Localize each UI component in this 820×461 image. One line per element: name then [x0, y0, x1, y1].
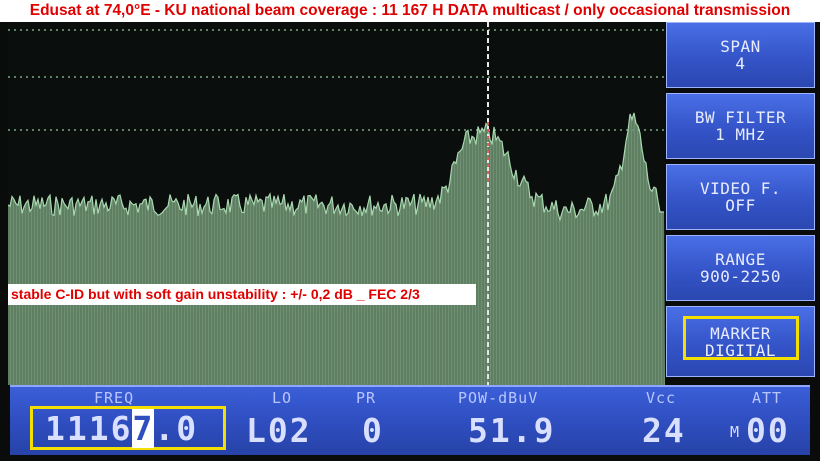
- range-label: RANGE: [715, 250, 766, 269]
- lo-label: LO: [272, 389, 293, 407]
- bw-filter-label: BW FILTER: [694, 108, 787, 127]
- bw-filter-value: 1 MHz: [715, 125, 766, 144]
- vcc-value[interactable]: 24: [642, 411, 686, 450]
- lo-value[interactable]: L02: [246, 411, 312, 450]
- status-bar: FREQ 11167.0 LO L02 PR 0 POW-dBuV 51.9 V…: [10, 385, 810, 455]
- pow-value: 51.9: [468, 411, 556, 450]
- spectrum-display: stable C-ID but with soft gain unstabili…: [8, 22, 665, 385]
- span-label: SPAN: [720, 37, 761, 56]
- frequency-main: 1116: [45, 409, 133, 448]
- video-filter-value: OFF: [725, 196, 756, 215]
- note-banner: stable C-ID but with soft gain unstabili…: [8, 284, 476, 305]
- softkey-menu: SPAN 4 BW FILTER 1 MHz VIDEO F. OFF RANG…: [666, 22, 816, 384]
- vcc-label: Vcc: [646, 389, 677, 407]
- frequency-tail: .0: [154, 409, 199, 448]
- frequency-cursor-digit: 7: [132, 409, 155, 448]
- marker-button[interactable]: MARKER DIGITAL: [666, 306, 815, 377]
- freq-label: FREQ: [94, 389, 135, 407]
- pr-value[interactable]: 0: [362, 411, 384, 450]
- video-filter-button[interactable]: VIDEO F. OFF: [666, 164, 815, 230]
- spectrum-fill: [8, 112, 665, 385]
- video-filter-label: VIDEO F.: [699, 179, 782, 198]
- pow-label: POW-dBuV: [458, 389, 539, 407]
- marker-highlight-box: [683, 316, 799, 360]
- frequency-value: 11167.0: [45, 409, 198, 449]
- span-value: 4: [735, 54, 746, 73]
- att-value[interactable]: 00: [746, 411, 790, 450]
- title-banner: Edusat at 74,0°E - KU national beam cove…: [0, 0, 820, 22]
- range-value: 900-2250: [699, 267, 782, 286]
- frequency-field[interactable]: 11167.0: [30, 406, 226, 450]
- range-button[interactable]: RANGE 900-2250: [666, 235, 815, 301]
- pr-label: PR: [356, 389, 377, 407]
- att-label: ATT: [752, 389, 783, 407]
- bw-filter-button[interactable]: BW FILTER 1 MHz: [666, 93, 815, 159]
- spectrum-plot: [8, 22, 665, 385]
- span-button[interactable]: SPAN 4: [666, 22, 815, 88]
- att-mode: M: [730, 423, 740, 441]
